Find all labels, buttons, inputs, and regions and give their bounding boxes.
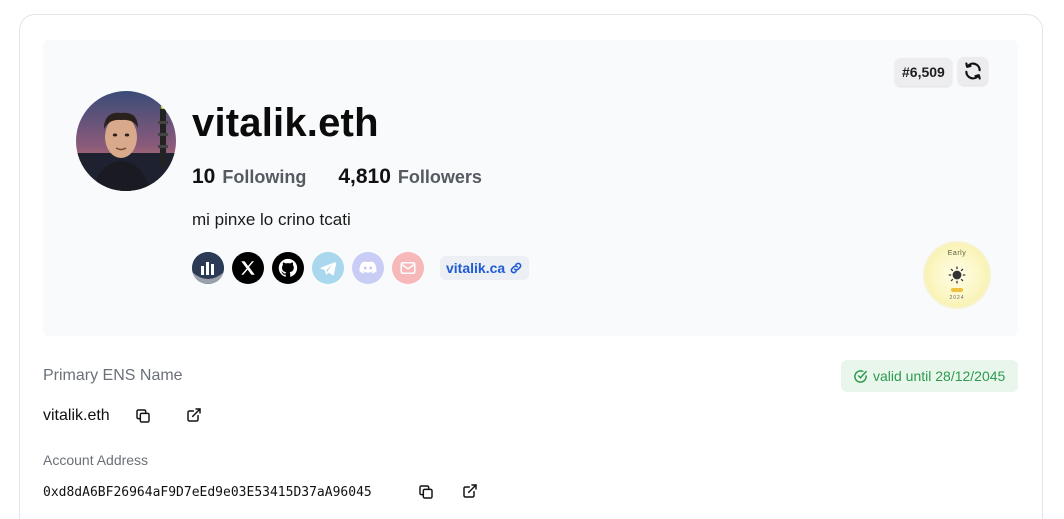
valid-until-text: valid until 28/12/2045 <box>873 368 1006 384</box>
follow-stats: 10 Following 4,810 Followers <box>192 165 482 189</box>
early-badge-label: Early <box>947 250 967 257</box>
open-address-button[interactable] <box>460 481 480 501</box>
website-link[interactable]: vitalik.ca <box>440 256 530 280</box>
copy-icon <box>136 409 150 423</box>
stats-icon[interactable] <box>192 252 224 284</box>
ens-name-value: vitalik.eth <box>43 407 110 424</box>
external-link-icon <box>187 408 201 422</box>
x-icon[interactable] <box>232 252 264 284</box>
account-address-label: Account Address <box>43 452 149 468</box>
profile-name: vitalik.eth <box>192 101 379 145</box>
external-link-icon <box>463 484 477 498</box>
github-icon[interactable] <box>272 252 304 284</box>
early-badge-year: 2024 <box>949 295 965 301</box>
refresh-icon <box>965 62 981 80</box>
avatar <box>76 91 176 191</box>
sun-icon <box>948 266 966 284</box>
following-label[interactable]: Following <box>222 167 306 188</box>
following-count[interactable]: 10 <box>192 165 215 189</box>
copy-address-button[interactable] <box>416 482 436 502</box>
early-badge[interactable]: Early 2024 <box>925 243 989 307</box>
social-links: vitalik.ca <box>192 252 530 284</box>
primary-ens-label: Primary ENS Name <box>43 367 183 384</box>
telegram-icon[interactable] <box>312 252 344 284</box>
email-icon[interactable] <box>392 252 424 284</box>
check-circle-icon <box>854 369 867 383</box>
profile-header <box>43 40 1018 336</box>
open-ens-button[interactable] <box>184 405 204 425</box>
valid-until-badge: valid until 28/12/2045 <box>841 360 1018 392</box>
website-link-label: vitalik.ca <box>446 260 506 276</box>
copy-ens-button[interactable] <box>133 406 153 426</box>
copy-icon <box>419 485 433 499</box>
profile-bio: mi pinxe lo crino tcati <box>192 210 351 229</box>
refresh-button[interactable] <box>958 57 988 85</box>
followers-label[interactable]: Followers <box>398 167 482 188</box>
followers-count[interactable]: 4,810 <box>338 165 391 189</box>
discord-icon[interactable] <box>352 252 384 284</box>
rank-badge: #6,509 <box>895 58 952 86</box>
account-address-value: 0xd8dA6BF26964aF9D7eEd9e03E53415D37aA960… <box>43 485 372 500</box>
link-icon <box>510 262 522 274</box>
